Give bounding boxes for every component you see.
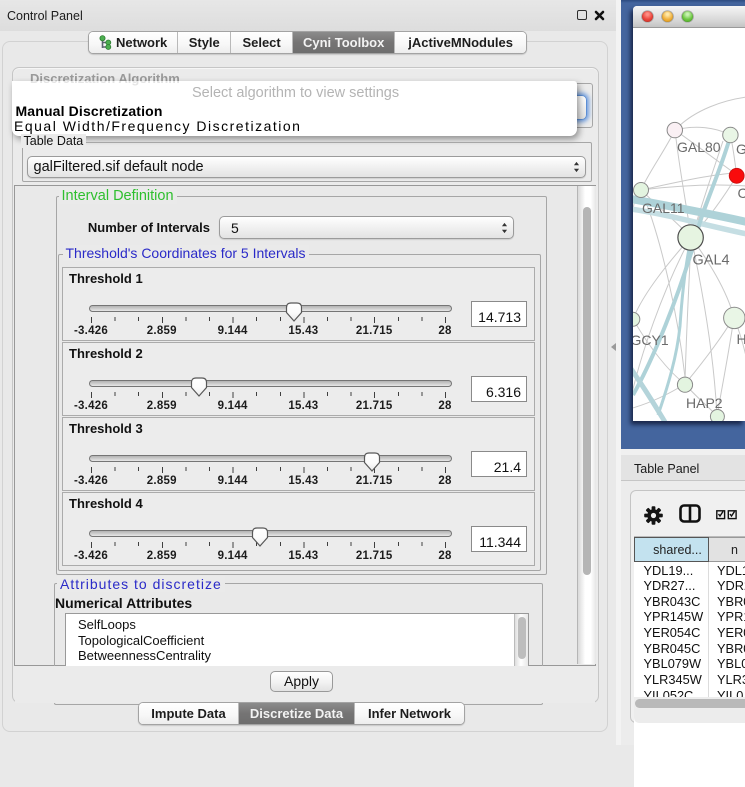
svg-text:GAL80: GAL80: [677, 139, 721, 155]
svg-text:GA: GA: [736, 141, 745, 157]
svg-text:HAP2: HAP2: [686, 395, 723, 411]
svg-text:GAL11: GAL11: [642, 200, 685, 216]
svg-text:H: H: [737, 331, 745, 347]
svg-text:GCY1: GCY1: [633, 332, 669, 348]
svg-text:GAL4: GAL4: [693, 253, 730, 269]
svg-text:C: C: [738, 185, 745, 201]
